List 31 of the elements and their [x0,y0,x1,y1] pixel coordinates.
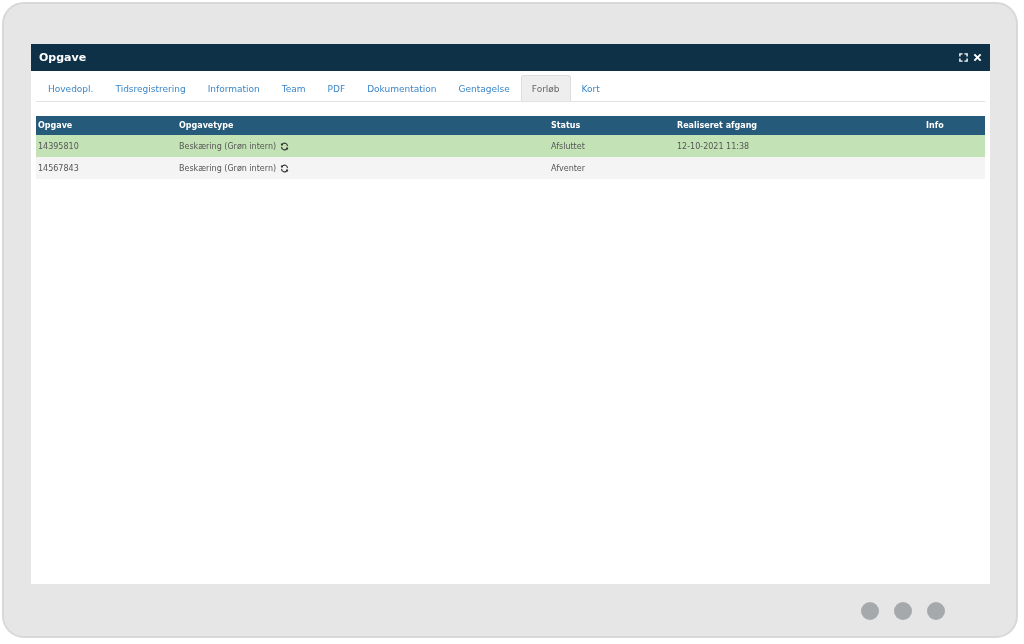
tab[interactable]: Tidsregistrering [104,75,197,101]
table-cell-text: 14395810 [37,141,80,151]
tab[interactable]: Team [270,75,317,101]
close-icon[interactable] [973,53,982,62]
indicator-dot [927,602,945,620]
indicator-dot [894,602,912,620]
column-header: Opgavetype [178,121,235,130]
indicator-dot [861,602,879,620]
table-cell-text: 14567843 [37,163,80,173]
maximize-icon[interactable] [959,53,968,62]
column-header: Status [550,121,582,130]
tab[interactable]: Dokumentation [356,75,448,101]
table-cell-text: Afventer [550,163,587,173]
table-cell: Beskæring (Grøn intern) [179,141,277,151]
tab[interactable]: Gentagelse [447,75,521,101]
refresh-icon[interactable] [280,141,290,151]
table-cell-text: Afsluttet [550,141,586,151]
column-header: Realiseret afgang [676,121,759,130]
tab[interactable]: Forløb [520,75,571,101]
refresh-icon[interactable] [280,163,290,173]
column-header: Opgave [37,121,74,130]
tab[interactable]: Kort [570,75,611,101]
table-cell: Beskæring (Grøn intern) [179,163,277,173]
window-title: Opgave [39,51,87,64]
table-row[interactable]: 14395810 Beskæring (Grøn intern) Afsluttet 12-10-2021 11:38 [36,135,985,157]
table-row[interactable]: 14567843 Beskæring (Grøn intern) Afventer [36,157,985,179]
column-header: Info [925,121,945,130]
table-cell-text: 12-10-2021 11:38 [676,141,751,151]
tab[interactable]: Information [196,75,271,101]
tab[interactable]: PDF [316,75,357,101]
tab[interactable]: Hovedopl. [37,75,105,101]
